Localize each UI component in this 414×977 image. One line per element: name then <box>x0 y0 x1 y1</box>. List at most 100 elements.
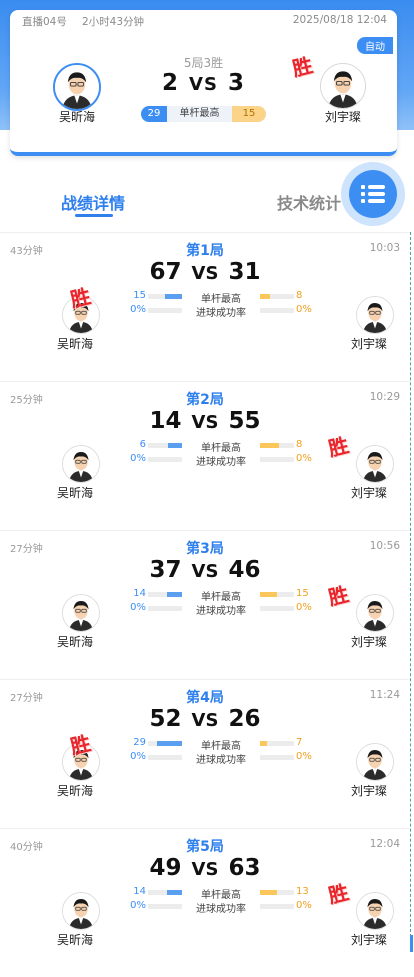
right-player-name: 刘宇璨 <box>350 784 387 798</box>
right-player-avatar[interactable] <box>356 743 394 781</box>
menu-fab-button[interactable] <box>341 162 405 226</box>
right-highest-bar <box>260 294 294 299</box>
success-rate-label: 进球成功率 <box>196 904 246 915</box>
right-player-avatar[interactable] <box>356 892 394 930</box>
right-player-name: 刘宇璨 <box>324 110 361 124</box>
highest-break-label: 单杆最高 <box>201 741 241 752</box>
highest-break-label: 单杆最高 <box>201 443 241 454</box>
vs-label: VS <box>191 710 219 731</box>
mode-badge[interactable]: 自动 <box>357 37 393 54</box>
game-right-score: 31 <box>228 259 261 285</box>
left-player-name: 吴昕海 <box>56 784 93 798</box>
left-highest-bar <box>148 741 182 746</box>
game-card[interactable]: 27分钟 第4局 11:24 52 VS 26 29 单杆最高 7 0% 进球成功率 0% 吴昕海 刘宇璨… <box>0 680 410 828</box>
left-highest-bar <box>148 592 182 597</box>
right-player-name: 刘宇璨 <box>350 933 387 947</box>
player-avatar-icon <box>63 893 99 929</box>
game-time: 10:03 <box>369 242 400 254</box>
scrollbar-thumb[interactable] <box>410 935 413 952</box>
left-rate-value: 0% <box>130 900 146 911</box>
vs-label: VS <box>191 412 219 433</box>
success-rate-label: 进球成功率 <box>196 755 246 766</box>
game-score: 49 VS 63 <box>0 855 410 881</box>
player-avatar-icon <box>63 595 99 631</box>
left-player-name: 吴昕海 <box>56 933 93 947</box>
game-time: 10:56 <box>369 540 400 552</box>
player-avatar-icon <box>357 446 393 482</box>
game-right-score: 63 <box>228 855 261 881</box>
right-player-avatar[interactable] <box>356 594 394 632</box>
right-player-name: 刘宇璨 <box>350 635 387 649</box>
game-left-score: 14 <box>149 408 182 434</box>
game-score: 67 VS 31 <box>0 259 410 285</box>
right-player-name: 刘宇璨 <box>350 337 387 351</box>
player-avatar-icon <box>357 297 393 333</box>
left-player-name: 吴昕海 <box>56 337 93 351</box>
game-score: 52 VS 26 <box>0 706 410 732</box>
tab-match-details-label: 战绩详情 <box>61 194 126 213</box>
scroll-track <box>410 232 411 952</box>
right-rate-bar <box>260 308 294 313</box>
game-title: 第3局 <box>186 541 224 557</box>
room-label: 直播04号 <box>22 16 67 28</box>
vs-label: VS <box>191 263 219 284</box>
left-rate-value: 0% <box>130 304 146 315</box>
right-player-avatar[interactable] <box>356 296 394 334</box>
right-player-avatar[interactable] <box>356 445 394 483</box>
game-title: 第1局 <box>186 243 224 259</box>
left-player-name: 吴昕海 <box>56 635 93 649</box>
right-rate-bar <box>260 606 294 611</box>
left-highest-bar <box>148 890 182 895</box>
list-menu-icon <box>349 170 397 218</box>
right-total-score: 3 <box>227 70 245 96</box>
right-rate-value: 0% <box>296 751 312 762</box>
left-player-avatar[interactable] <box>62 892 100 930</box>
game-time: 12:04 <box>369 838 400 850</box>
game-right-score: 55 <box>228 408 261 434</box>
tab-tech-stats[interactable]: 技术统计 <box>277 190 341 214</box>
left-highest-value: 29 <box>133 737 146 748</box>
highest-break-label: 单杆最高 <box>167 106 232 122</box>
player-avatar-icon <box>321 64 365 108</box>
player-avatar-icon <box>357 893 393 929</box>
game-right-score: 26 <box>228 706 261 732</box>
right-player-name: 刘宇璨 <box>350 486 387 500</box>
left-rate-value: 0% <box>130 602 146 613</box>
player-avatar-icon <box>357 744 393 780</box>
left-rate-bar <box>148 755 182 760</box>
left-highest-bar <box>148 443 182 448</box>
game-score: 37 VS 46 <box>0 557 410 583</box>
game-time: 10:29 <box>369 391 400 403</box>
right-highest-value: 7 <box>296 737 303 748</box>
left-highest-value: 6 <box>139 439 146 450</box>
right-highest-value: 8 <box>296 290 303 301</box>
right-highest-bar <box>260 592 294 597</box>
left-rate-value: 0% <box>130 453 146 464</box>
game-card[interactable]: 25分钟 第2局 10:29 14 VS 55 6 单杆最高 8 0% 进球成功率 0% 吴昕海 刘宇璨胜 <box>0 382 410 530</box>
highest-break-label: 单杆最高 <box>201 294 241 305</box>
right-rate-bar <box>260 457 294 462</box>
left-rate-bar <box>148 457 182 462</box>
left-total-score: 2 <box>162 70 180 96</box>
game-card[interactable]: 27分钟 第3局 10:56 37 VS 46 14 单杆最高 15 0% 进球成功率 0% 吴昕海 刘宇… <box>0 531 410 679</box>
tab-tech-stats-label: 技术统计 <box>277 194 342 213</box>
game-card[interactable]: 40分钟 第5局 12:04 49 VS 63 14 单杆最高 13 0% 进球成功率 0% 吴昕海 刘宇… <box>0 829 410 977</box>
tab-match-details[interactable]: 战绩详情 <box>61 190 126 217</box>
game-card[interactable]: 43分钟 第1局 10:03 67 VS 31 15 单杆最高 8 0% 进球成功率 0% 吴昕海 刘宇璨… <box>0 233 410 381</box>
vs-label: VS <box>191 561 219 582</box>
left-player-avatar[interactable] <box>62 594 100 632</box>
right-rate-bar <box>260 904 294 909</box>
right-rate-value: 0% <box>296 304 312 315</box>
left-highest-value: 14 <box>133 886 146 897</box>
right-highest-bar <box>260 741 294 746</box>
right-player-avatar[interactable] <box>320 63 366 109</box>
player-avatar-icon <box>63 446 99 482</box>
left-highest-value: 14 <box>133 588 146 599</box>
left-player-avatar[interactable] <box>62 445 100 483</box>
right-rate-bar <box>260 755 294 760</box>
left-rate-bar <box>148 606 182 611</box>
highest-break-label: 单杆最高 <box>201 592 241 603</box>
left-highest-bar <box>148 294 182 299</box>
vs-label: VS <box>189 74 218 95</box>
player-avatar-icon <box>357 595 393 631</box>
